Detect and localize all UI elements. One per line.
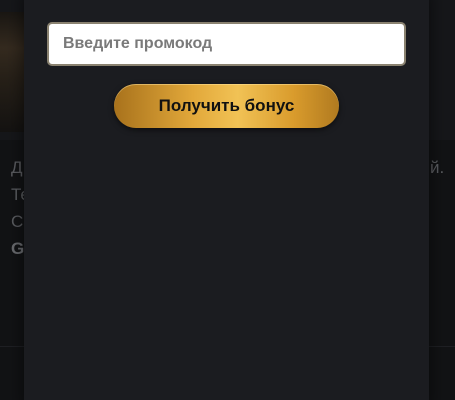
background-text-fragment: й.	[430, 158, 445, 177]
promo-code-modal: Получить бонус	[24, 0, 429, 400]
background-text-line: Д	[11, 158, 23, 177]
app-screen: Д Те С G й. Получить бонус	[0, 0, 455, 400]
background-text-line: G	[11, 239, 25, 258]
get-bonus-button[interactable]: Получить бонус	[114, 84, 339, 128]
promo-code-input[interactable]	[47, 22, 406, 66]
background-text-line: С	[11, 212, 24, 231]
